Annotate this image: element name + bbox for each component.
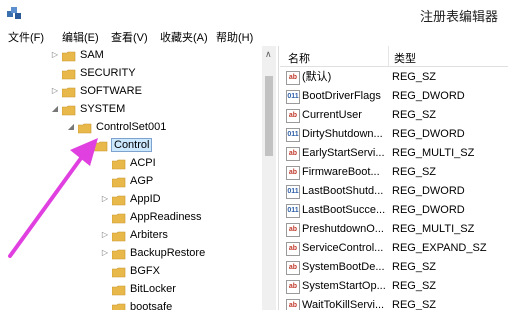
value-type: REG_EXPAND_SZ — [392, 242, 487, 254]
value-type: REG_SZ — [392, 166, 437, 178]
tree-scrollbar[interactable]: ∧ — [262, 46, 276, 310]
string-value-icon: ab — [286, 280, 300, 294]
menu-bar: 文件(F) 编辑(E) 查看(V) 收藏夹(A) 帮助(H) — [0, 28, 508, 46]
value-name: CurrentUser — [302, 109, 362, 121]
column-header-type[interactable]: 类型 — [394, 50, 416, 66]
string-value-icon: ab — [286, 242, 300, 256]
value-type: REG_SZ — [392, 109, 437, 121]
value-type: REG_SZ — [392, 71, 437, 83]
binary-value-icon: 011 — [286, 128, 300, 142]
value-row[interactable]: ab SystemStartOp... REG_SZ — [280, 277, 508, 296]
value-type: REG_SZ — [392, 280, 437, 292]
binary-value-icon: 011 — [286, 90, 300, 104]
value-name: PreshutdownO... — [302, 223, 384, 235]
value-name: SystemBootDe... — [302, 261, 385, 273]
value-row[interactable]: 011 DirtyShutdown... REG_DWORD — [280, 125, 508, 144]
value-row[interactable]: 011 LastBootSucce... REG_DWORD — [280, 201, 508, 220]
menu-edit[interactable]: 编辑(E) — [62, 29, 99, 45]
scroll-thumb[interactable] — [265, 76, 273, 156]
value-row[interactable]: ab SystemBootDe... REG_SZ — [280, 258, 508, 277]
value-type: REG_SZ — [392, 299, 437, 310]
string-value-icon: ab — [286, 109, 300, 123]
column-header-name[interactable]: 名称 — [288, 50, 310, 66]
value-name: LastBootSucce... — [302, 204, 386, 216]
values-list[interactable]: 名称 类型 ab (默认) REG_SZ 011 BootDriverFlags REG_… — [280, 46, 508, 310]
value-row[interactable]: ab PreshutdownO... REG_MULTI_SZ — [280, 220, 508, 239]
string-value-icon: ab — [286, 299, 300, 310]
annotation-arrow — [8, 138, 98, 258]
value-name: LastBootShutd... — [302, 185, 384, 197]
menu-file[interactable]: 文件(F) — [8, 29, 44, 45]
value-row[interactable]: ab CurrentUser REG_SZ — [280, 106, 508, 125]
value-row[interactable]: ab (默认) REG_SZ — [280, 68, 508, 87]
binary-value-icon: 011 — [286, 204, 300, 218]
value-type: REG_DWORD — [392, 204, 465, 216]
value-type: REG_MULTI_SZ — [392, 147, 475, 159]
value-name: SystemStartOp... — [302, 280, 386, 292]
string-value-icon: ab — [286, 71, 300, 85]
value-row[interactable]: ab EarlyStartServi... REG_MULTI_SZ — [280, 144, 508, 163]
value-row[interactable]: ab ServiceControl... REG_EXPAND_SZ — [280, 239, 508, 258]
value-name: WaitToKillServi... — [302, 299, 385, 310]
value-name: BootDriverFlags — [302, 90, 381, 102]
value-row[interactable]: ab WaitToKillServi... REG_SZ — [280, 296, 508, 310]
menu-help[interactable]: 帮助(H) — [216, 29, 253, 45]
menu-view[interactable]: 查看(V) — [111, 29, 148, 45]
value-name: (默认) — [302, 71, 332, 83]
string-value-icon: ab — [286, 223, 300, 237]
menu-favorites[interactable]: 收藏夹(A) — [160, 29, 208, 45]
string-value-icon: ab — [286, 166, 300, 180]
value-type: REG_MULTI_SZ — [392, 223, 475, 235]
regedit-icon — [7, 7, 21, 19]
value-name: FirmwareBoot... — [302, 166, 380, 178]
string-value-icon: ab — [286, 147, 300, 161]
title-bar: 注册表编辑器 — [0, 0, 508, 28]
value-type: REG_DWORD — [392, 185, 465, 197]
value-name: ServiceControl... — [302, 242, 384, 254]
value-type: REG_DWORD — [392, 90, 465, 102]
value-row[interactable]: 011 BootDriverFlags REG_DWORD — [280, 87, 508, 106]
string-value-icon: ab — [286, 261, 300, 275]
scroll-up-icon[interactable]: ∧ — [265, 49, 272, 60]
value-row[interactable]: 011 LastBootShutd... REG_DWORD — [280, 182, 508, 201]
binary-value-icon: 011 — [286, 185, 300, 199]
window-title: 注册表编辑器 — [419, 9, 498, 24]
column-divider[interactable] — [388, 46, 389, 66]
key-tree[interactable]: ▷ SAM SECURITY ▷ SOFTWARE ◢ SYSTEM ◢ Control… — [0, 46, 279, 310]
value-name: EarlyStartServi... — [302, 147, 385, 159]
value-type: REG_DWORD — [392, 128, 465, 140]
value-row[interactable]: ab FirmwareBoot... REG_SZ — [280, 163, 508, 182]
value-name: DirtyShutdown... — [302, 128, 383, 140]
list-header: 名称 类型 — [280, 46, 508, 67]
value-type: REG_SZ — [392, 261, 437, 273]
